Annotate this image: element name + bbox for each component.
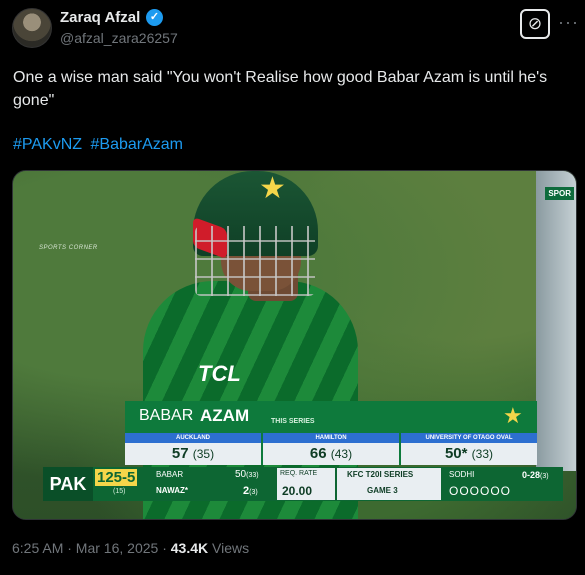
bowler-name: SODHI <box>449 470 475 479</box>
req-rate-value: 20.00 <box>282 484 313 498</box>
score-value: 57 (35) <box>171 445 215 462</box>
broadcaster-badge: SPOR <box>545 187 574 200</box>
watermark: SPORTS CORNER <box>39 245 98 251</box>
batter2-name: NAWAZ* <box>156 486 188 495</box>
batter2-score: 2(3) <box>243 485 258 497</box>
player-last-name: AZAM <box>200 406 250 425</box>
more-icon[interactable]: ··· <box>558 12 579 33</box>
hashtag-pakvnz[interactable]: #PAKvNZ <box>13 136 82 153</box>
star-icon: ★ <box>503 403 523 428</box>
over-balls: OOOOOO <box>449 484 512 498</box>
score-value: 66 (43) <box>309 445 353 462</box>
venue-label: AUCKLAND <box>125 433 261 443</box>
series-label: THIS SERIES <box>271 418 315 425</box>
series-name: KFC T20I SERIES <box>347 470 414 479</box>
view-count: 43.4K <box>170 540 209 556</box>
hashtag-babarazam[interactable]: #BabarAzam <box>91 136 184 153</box>
tweet-text: One a wise man said "You won't Realise h… <box>13 69 548 109</box>
player-first-name: BABAR <box>139 407 194 424</box>
author-handle[interactable]: @afzal_zara26257 <box>60 30 178 46</box>
hashtags: #PAKvNZ #BabarAzam <box>13 136 187 154</box>
verified-badge-icon: ✓ <box>146 9 163 26</box>
star-icon: ★ <box>259 172 286 205</box>
venue-label: HAMILTON <box>263 433 399 443</box>
overs: (15) <box>113 488 126 495</box>
match-score: UNIVERSITY OF OTAGO OVAL 50* (33) <box>401 433 537 465</box>
helmet-grill <box>195 226 315 296</box>
grok-icon[interactable]: ⊘ <box>520 9 550 39</box>
jersey-sponsor: TCL <box>198 361 241 386</box>
game-number: GAME 3 <box>367 486 398 495</box>
avatar[interactable] <box>12 8 52 48</box>
match-score: AUCKLAND 57 (35) <box>125 433 263 465</box>
author-name[interactable]: Zaraq Afzal <box>60 9 140 26</box>
batter1-score: 50(33) <box>235 469 259 480</box>
req-rate-label: REQ. RATE <box>280 470 318 477</box>
series-scores: AUCKLAND 57 (35) HAMILTON 66 (43) UNIVER… <box>125 433 537 465</box>
sight-screen-post <box>536 171 576 471</box>
batter1-name: BABAR <box>156 470 184 479</box>
tweet-media-image[interactable]: SPOR SPORTS CORNER TCL ★ BABAR AZAM THIS… <box>12 170 577 520</box>
match-score: HAMILTON 66 (43) <box>263 433 401 465</box>
venue-label: UNIVERSITY OF OTAGO OVAL <box>401 433 537 443</box>
team-total: 125-5 <box>95 469 138 486</box>
score-value: 50* (33) <box>444 445 494 462</box>
bowler-figures: 0-28(3) <box>522 470 549 480</box>
team-label: PAK <box>43 467 93 501</box>
tweet-timestamp: 6:25 AM · Mar 16, 2025 · 43.4K Views <box>12 540 250 556</box>
